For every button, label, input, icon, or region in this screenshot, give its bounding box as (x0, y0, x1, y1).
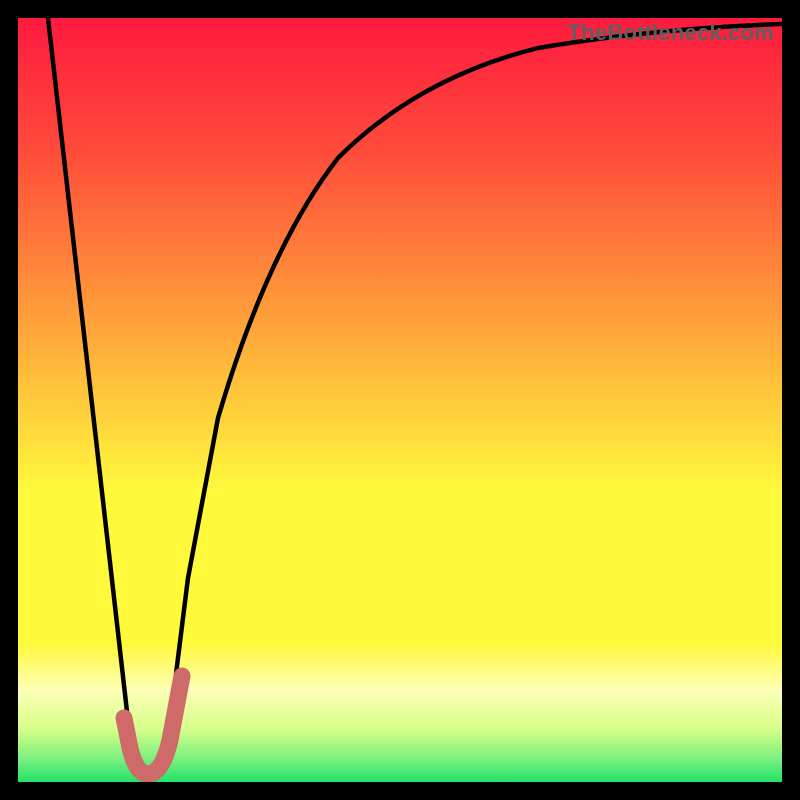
watermark-text: TheBottleneck.com (568, 20, 774, 46)
bottleneck-curve (48, 18, 782, 770)
plot-area: TheBottleneck.com (18, 18, 782, 782)
curve-layer (18, 18, 782, 782)
optimal-marker (124, 676, 182, 774)
chart-frame: TheBottleneck.com (0, 0, 800, 800)
